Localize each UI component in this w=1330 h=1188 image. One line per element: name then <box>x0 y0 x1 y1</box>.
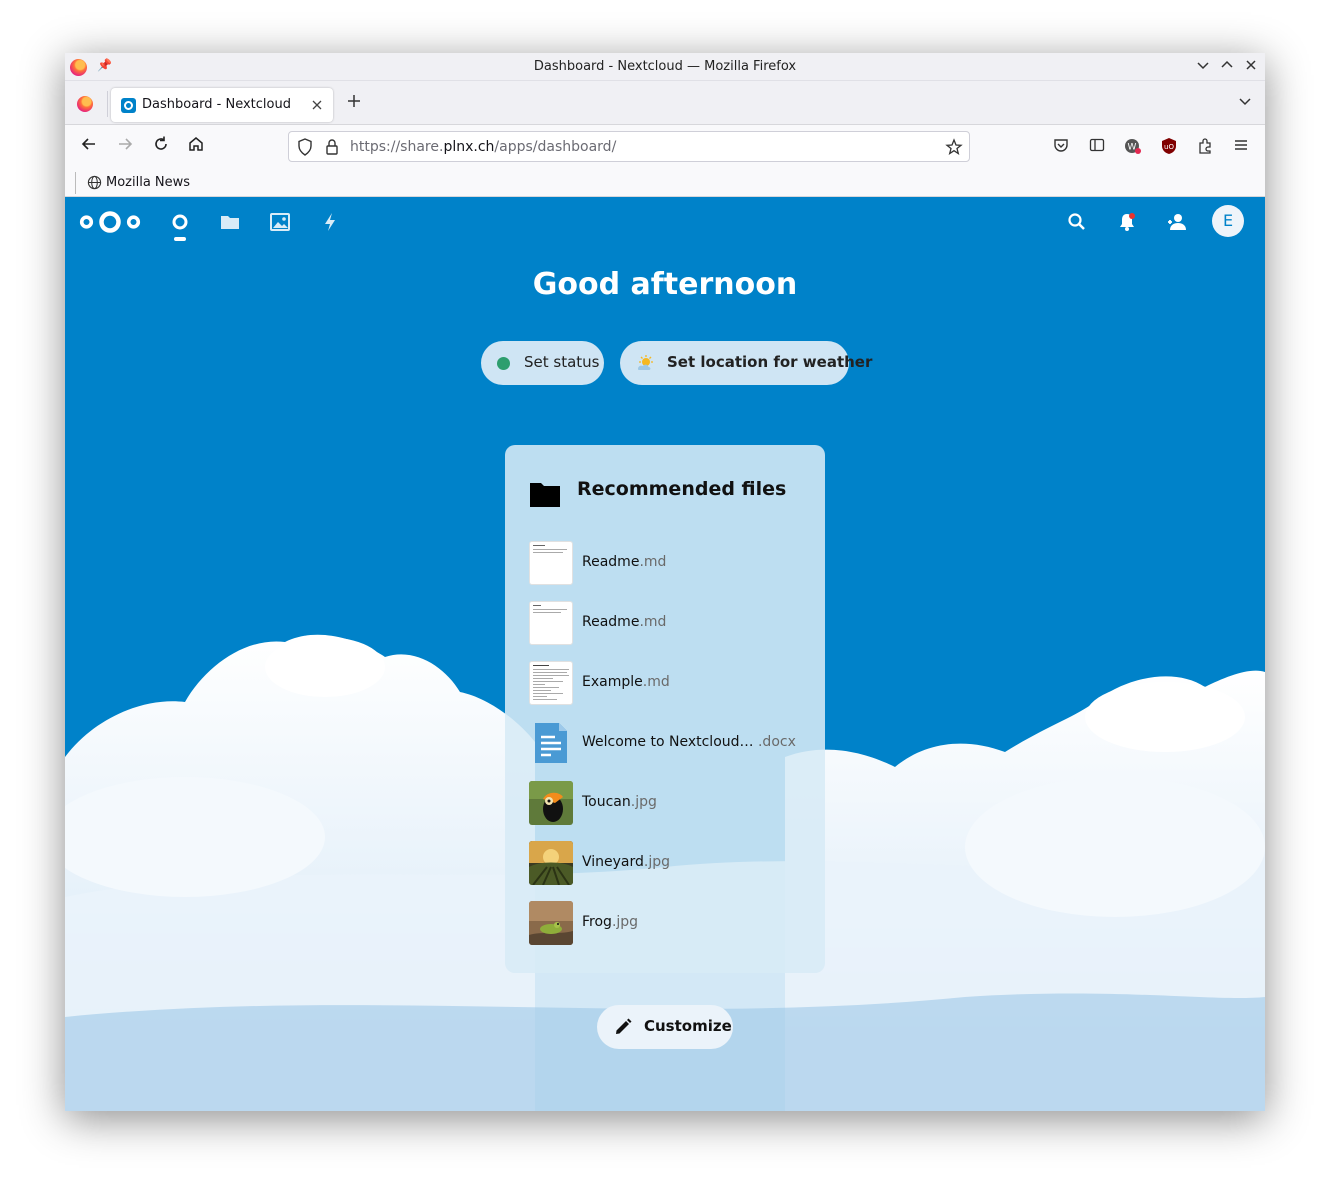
pencil-icon <box>616 1018 632 1034</box>
nextcloud-dashboard: E Good afternoon Set status Set location… <box>65 197 1265 1111</box>
folder-icon <box>530 483 560 507</box>
file-item[interactable]: Frog.jpg <box>529 901 809 945</box>
greeting-heading: Good afternoon <box>532 267 798 302</box>
back-button[interactable] <box>77 135 101 159</box>
navigation-toolbar: https://share.plnx.ch/apps/dashboard/ W … <box>65 125 1265 169</box>
list-all-tabs-button[interactable] <box>1237 93 1253 113</box>
file-item[interactable]: Toucan.jpg <box>529 781 809 825</box>
url-text[interactable]: https://share.plnx.ch/apps/dashboard/ <box>350 139 616 155</box>
active-app-indicator <box>174 237 186 241</box>
set-weather-location-button[interactable]: Set location for weather <box>620 341 872 385</box>
globe-icon <box>87 175 102 190</box>
recommended-files-widget: Recommended files Readme.md Readme.md Ex… <box>505 445 825 973</box>
tab-separator <box>107 91 108 117</box>
file-thumbnail <box>529 541 573 585</box>
file-item[interactable]: Vineyard.jpg <box>529 841 809 885</box>
customize-button[interactable]: Customize <box>597 1005 733 1049</box>
nextcloud-logo-icon[interactable] <box>79 209 141 235</box>
sidebar-icon[interactable] <box>1087 137 1107 157</box>
window-title: Dashboard - Nextcloud — Mozilla Firefox <box>533 59 797 74</box>
file-name: Readme.md <box>582 554 667 570</box>
file-thumbnail <box>529 601 573 645</box>
set-status-label: Set status <box>524 353 600 371</box>
reload-button[interactable] <box>149 135 173 159</box>
file-name: Vineyard.jpg <box>582 854 671 870</box>
nextcloud-header: E <box>65 197 1265 247</box>
file-item[interactable]: Readme.md <box>529 601 809 645</box>
file-name: Readme.md <box>582 614 667 630</box>
tab-label: Dashboard - Nextcloud <box>142 97 291 112</box>
bookmark-star-icon[interactable] <box>945 136 963 161</box>
pocket-icon[interactable] <box>1051 137 1071 157</box>
contacts-icon[interactable] <box>1166 211 1188 233</box>
file-thumbnail <box>529 841 573 885</box>
bookmarks-separator <box>75 172 76 194</box>
file-item[interactable]: Welcome to Nextcloud… .docx <box>529 721 809 765</box>
document-icon <box>529 721 573 765</box>
widget-title: Recommended files <box>577 478 787 500</box>
bookmark-mozilla-news[interactable]: Mozilla News <box>106 175 190 190</box>
browser-window: 📌 Dashboard - Nextcloud — Mozilla Firefo… <box>65 53 1265 1111</box>
dashboard-app-icon[interactable] <box>169 211 191 233</box>
online-status-icon <box>497 357 510 370</box>
file-name: Toucan.jpg <box>582 794 657 810</box>
activity-app-icon[interactable] <box>319 211 341 233</box>
close-window-button[interactable] <box>1243 58 1259 74</box>
file-item[interactable]: Example.md <box>529 661 809 705</box>
customize-label: Customize <box>644 1017 732 1035</box>
file-item[interactable]: Readme.md <box>529 541 809 585</box>
tab-close-icon[interactable] <box>311 96 323 115</box>
hamburger-menu-icon[interactable] <box>1231 137 1251 157</box>
lock-icon[interactable] <box>325 138 339 156</box>
nextcloud-favicon-icon <box>121 98 136 113</box>
maximize-button[interactable] <box>1219 58 1235 74</box>
file-thumbnail <box>529 781 573 825</box>
tab-bar: Dashboard - Nextcloud <box>65 81 1265 125</box>
firefox-view-button[interactable] <box>77 96 93 112</box>
file-name: Example.md <box>582 674 670 690</box>
forward-button[interactable] <box>113 135 137 159</box>
home-button[interactable] <box>184 135 208 159</box>
file-name: Frog.jpg <box>582 914 639 930</box>
file-thumbnail <box>529 661 573 705</box>
search-icon[interactable] <box>1066 211 1088 233</box>
ublock-origin-icon[interactable]: uO <box>1159 137 1179 157</box>
svg-text:uO: uO <box>1164 143 1174 151</box>
set-status-button[interactable]: Set status <box>481 341 604 385</box>
url-bar[interactable]: https://share.plnx.ch/apps/dashboard/ <box>288 131 970 162</box>
file-name: Welcome to Nextcloud… .docx <box>582 734 796 750</box>
files-app-icon[interactable] <box>219 211 241 233</box>
new-tab-button[interactable] <box>346 90 362 114</box>
set-weather-location-label: Set location for weather <box>667 353 873 371</box>
file-thumbnail <box>529 901 573 945</box>
weather-partly-sunny-icon <box>638 355 653 370</box>
bookmarks-toolbar: Mozilla News <box>65 169 1265 197</box>
tracking-protection-icon[interactable] <box>297 138 313 156</box>
photos-app-icon[interactable] <box>269 211 291 233</box>
extensions-puzzle-icon[interactable] <box>1195 137 1215 157</box>
user-avatar[interactable]: E <box>1212 205 1244 237</box>
tab-dashboard[interactable]: Dashboard - Nextcloud <box>111 88 333 122</box>
notifications-bell-icon[interactable] <box>1116 211 1138 233</box>
minimize-button[interactable] <box>1195 58 1211 74</box>
extension-icon[interactable]: W <box>1123 137 1143 157</box>
title-bar: 📌 Dashboard - Nextcloud — Mozilla Firefo… <box>65 53 1265 81</box>
